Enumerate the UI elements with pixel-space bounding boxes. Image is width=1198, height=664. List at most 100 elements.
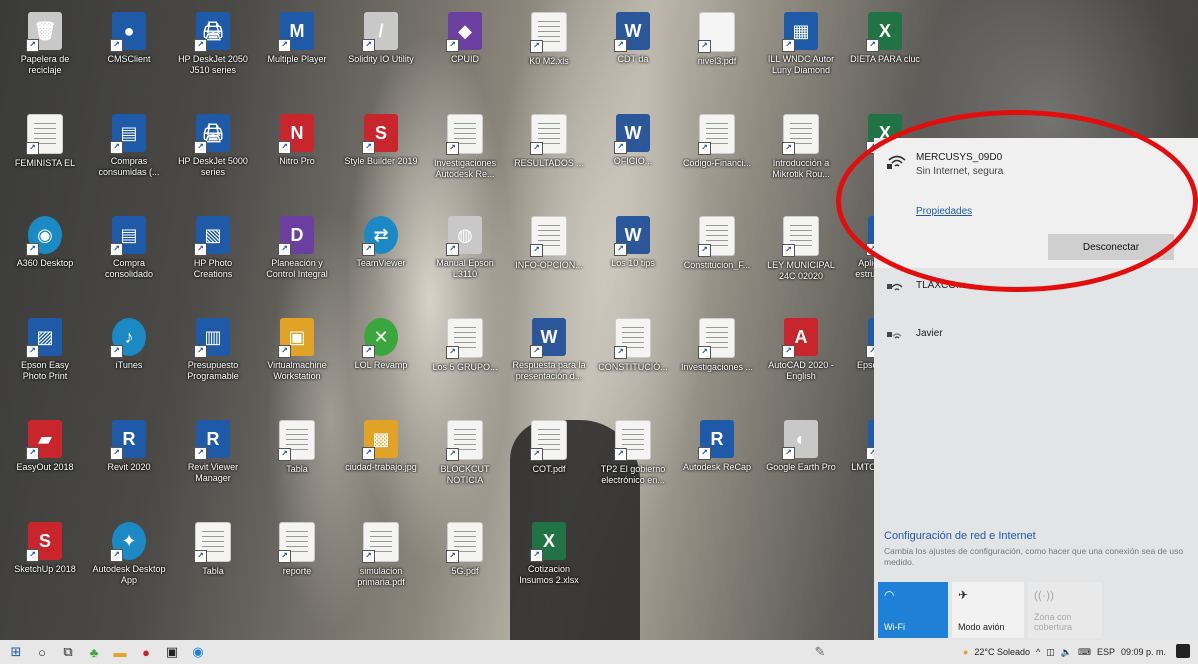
- desktop-icon[interactable]: ▨ ↗ Epson Easy Photo Print: [6, 312, 84, 400]
- desktop-icon[interactable]: N ↗ Nitro Pro: [258, 108, 336, 196]
- desktop-icon[interactable]: A ↗ AutoCAD 2020 - English: [762, 312, 840, 400]
- desktop-icon[interactable]: ▤ ↗ Compra consolidado: [90, 210, 168, 298]
- desktop-icon[interactable]: ♪ ↗ iTunes: [90, 312, 168, 400]
- desktop-icon[interactable]: ⇄ ↗ TeamViewer: [342, 210, 420, 298]
- desktop-icon[interactable]: 🖨 ↗ HP DeskJet 2050 J510 series: [174, 6, 252, 94]
- desktop-icon[interactable]: ↗ FEMINISTA EL: [6, 108, 84, 196]
- desktop-icon[interactable]: ◍ ↗ Manual Epson L3110: [426, 210, 504, 298]
- desktop-icon[interactable]: ↗ K0 M2.xls: [510, 6, 588, 94]
- desktop-icon[interactable]: ↗ CONSTITUCIÓ...: [594, 312, 672, 400]
- shortcut-arrow-icon: ↗: [362, 345, 375, 358]
- desktop-icon[interactable]: ↗ COT.pdf: [510, 414, 588, 502]
- wifi-toggle-tile[interactable]: ◠ Wi-Fi: [878, 582, 948, 638]
- pen-icon[interactable]: ✎: [810, 642, 830, 662]
- shortcut-arrow-icon: ↗: [278, 448, 291, 461]
- desktop-icon[interactable]: ▦ ↗ ILL WNDC Autor Luny Diamond: [762, 6, 840, 94]
- desktop-icon[interactable]: W ↗ OFICIO...: [594, 108, 672, 196]
- desktop-icon[interactable]: S ↗ Style Builder 2019: [342, 108, 420, 196]
- desktop-icon[interactable]: S ↗ SketchUp 2018: [6, 516, 84, 604]
- desktop-icon[interactable]: D ↗ Planeación y Control Integral: [258, 210, 336, 298]
- shortcut-icon: R ↗: [698, 420, 734, 460]
- desktop-icon[interactable]: R ↗ Autodesk ReCap: [678, 414, 756, 502]
- weather-text[interactable]: 22°C Soleado: [974, 647, 1030, 657]
- desktop-icon[interactable]: ↗ Tabla: [258, 414, 336, 502]
- clock[interactable]: 09:09 p. m.: [1121, 647, 1166, 657]
- task-view-icon[interactable]: ⧉: [58, 642, 78, 662]
- keyboard-icon[interactable]: ⌨: [1078, 647, 1091, 658]
- desktop-icon[interactable]: W ↗ CDT da: [594, 6, 672, 94]
- app-icon[interactable]: ●: [136, 642, 156, 662]
- airplane-mode-tile[interactable]: ✈ Modo avión: [952, 582, 1024, 638]
- shortcut-icon: ↗: [782, 114, 819, 155]
- desktop-icon[interactable]: X ↗ Cotizacion Insumos 2.xlsx: [510, 516, 588, 604]
- desktop-icon[interactable]: 🗑 ↗ Papelera de reciclaje: [6, 6, 84, 94]
- desktop-icon[interactable]: ↗ INFO-OPCION...: [510, 210, 588, 298]
- desktop-icon[interactable]: M ↗ Multiple Player: [258, 6, 336, 94]
- desktop-icon[interactable]: / ↗ Solidity IO Utility: [342, 6, 420, 94]
- desktop-icon[interactable]: ↗ TP2 El gobierno electrónico en...: [594, 414, 672, 502]
- volume-icon[interactable]: 🔈: [1061, 647, 1072, 658]
- desktop-icon-label: Papelera de reciclaje: [20, 54, 70, 75]
- shortcut-icon: ↗: [614, 318, 651, 359]
- network-icon[interactable]: ◫: [1046, 647, 1055, 658]
- shortcut-icon: ↗: [530, 114, 567, 155]
- desktop-icon[interactable]: ↗ Investigaciones ...: [678, 312, 756, 400]
- desktop-icon[interactable]: W ↗ Respuesta para la presentación d...: [510, 312, 588, 400]
- notification-icon[interactable]: [1176, 644, 1190, 658]
- desktop-icon[interactable]: ↗ RESULTADOS ...: [510, 108, 588, 196]
- desktop-icon[interactable]: ↗ Constitucion_F...: [678, 210, 756, 298]
- desktop-icon[interactable]: ↗ Tabla: [174, 516, 252, 604]
- desktop-icon[interactable]: ◐ ↗ Google Earth Pro: [762, 414, 840, 502]
- desktop-icon[interactable]: ✦ ↗ Autodesk Desktop App: [90, 516, 168, 604]
- app-icon[interactable]: ♣: [84, 642, 104, 662]
- shortcut-arrow-icon: ↗: [446, 346, 459, 359]
- file-explorer-icon[interactable]: ▬: [110, 642, 130, 662]
- desktop-icon[interactable]: ↗ reporte: [258, 516, 336, 604]
- desktop-icon[interactable]: ↗ nivel3.pdf: [678, 6, 756, 94]
- desktop-icon[interactable]: ● ↗ CMSClient: [90, 6, 168, 94]
- shortcut-arrow-icon: ↗: [194, 243, 207, 256]
- desktop-icon[interactable]: X ↗ DIETA PARA cluc: [846, 6, 924, 94]
- network-settings-link[interactable]: Configuración de red e Internet: [884, 530, 1036, 542]
- desktop-icon[interactable]: ▩ ↗ ciudad-trabajo.jpg: [342, 414, 420, 502]
- shortcut-arrow-icon: ↗: [362, 447, 375, 460]
- browser-icon[interactable]: ◉: [188, 642, 208, 662]
- desktop-icon[interactable]: ▰ ↗ EasyOut 2018: [6, 414, 84, 502]
- desktop-icon[interactable]: ↗ Introducción a Mikrotik Rou...: [762, 108, 840, 196]
- desktop-icon[interactable]: ▧ ↗ HP Photo Creations: [174, 210, 252, 298]
- desktop-icon[interactable]: ↗ simulacion primaria.pdf: [342, 516, 420, 604]
- desktop-icon-label: Revit 2020: [107, 462, 151, 472]
- desktop-icon[interactable]: ◉ ↗ A360 Desktop: [6, 210, 84, 298]
- desktop-icon[interactable]: R ↗ Revit Viewer Manager: [174, 414, 252, 502]
- desktop-icon[interactable]: ✕ ↗ LOL Revamp: [342, 312, 420, 400]
- shortcut-icon: ▣ ↗: [278, 318, 314, 358]
- desktop-icon[interactable]: ↗ Codigo-Financi...: [678, 108, 756, 196]
- shortcut-arrow-icon: ↗: [110, 447, 123, 460]
- shortcut-icon: R ↗: [110, 420, 146, 460]
- desktop-icon[interactable]: ↗ Los 5 GRUPO...: [426, 312, 504, 400]
- desktop-icon-label: K0 M2.xls: [529, 56, 569, 66]
- desktop-icon[interactable]: ↗ BLOCKCUT NOTICIA: [426, 414, 504, 502]
- search-icon[interactable]: ○: [32, 642, 52, 662]
- desktop-icon-label: TP2 El gobierno electrónico en...: [600, 464, 666, 485]
- shortcut-arrow-icon: ↗: [530, 244, 543, 257]
- desktop-icon[interactable]: ↗ LEY MUNICIPAL 24C 02020: [762, 210, 840, 298]
- desktop-icon[interactable]: ▣ ↗ Virtualmachine Workstation: [258, 312, 336, 400]
- desktop-icon[interactable]: W ↗ Los 10 tips: [594, 210, 672, 298]
- desktop-icon[interactable]: ↗ 5G.pdf: [426, 516, 504, 604]
- shortcut-arrow-icon: ↗: [278, 141, 291, 154]
- desktop-icon[interactable]: ▤ ↗ Compras consumidas (...: [90, 108, 168, 196]
- shortcut-icon: ↗: [278, 420, 315, 461]
- desktop-icon[interactable]: 🖨 ↗ HP DeskJet 5000 series: [174, 108, 252, 196]
- desktop-icon[interactable]: ◆ ↗ CPUID: [426, 6, 504, 94]
- chevron-up-icon[interactable]: ^: [1036, 647, 1040, 657]
- language-indicator[interactable]: ESP: [1097, 647, 1115, 657]
- shortcut-icon: ▩ ↗: [362, 420, 398, 460]
- shortcut-icon: ◉ ↗: [26, 216, 62, 256]
- mobile-hotspot-tile[interactable]: ((·)) Zona con cobertura: [1028, 582, 1102, 638]
- app-icon[interactable]: ▣: [162, 642, 182, 662]
- desktop-icon[interactable]: ↗ Investigaciones Autodesk Re...: [426, 108, 504, 196]
- desktop-icon[interactable]: ▥ ↗ Presupuesto Programable: [174, 312, 252, 400]
- windows-start-icon[interactable]: ⊞: [6, 642, 26, 662]
- desktop-icon[interactable]: R ↗ Revit 2020: [90, 414, 168, 502]
